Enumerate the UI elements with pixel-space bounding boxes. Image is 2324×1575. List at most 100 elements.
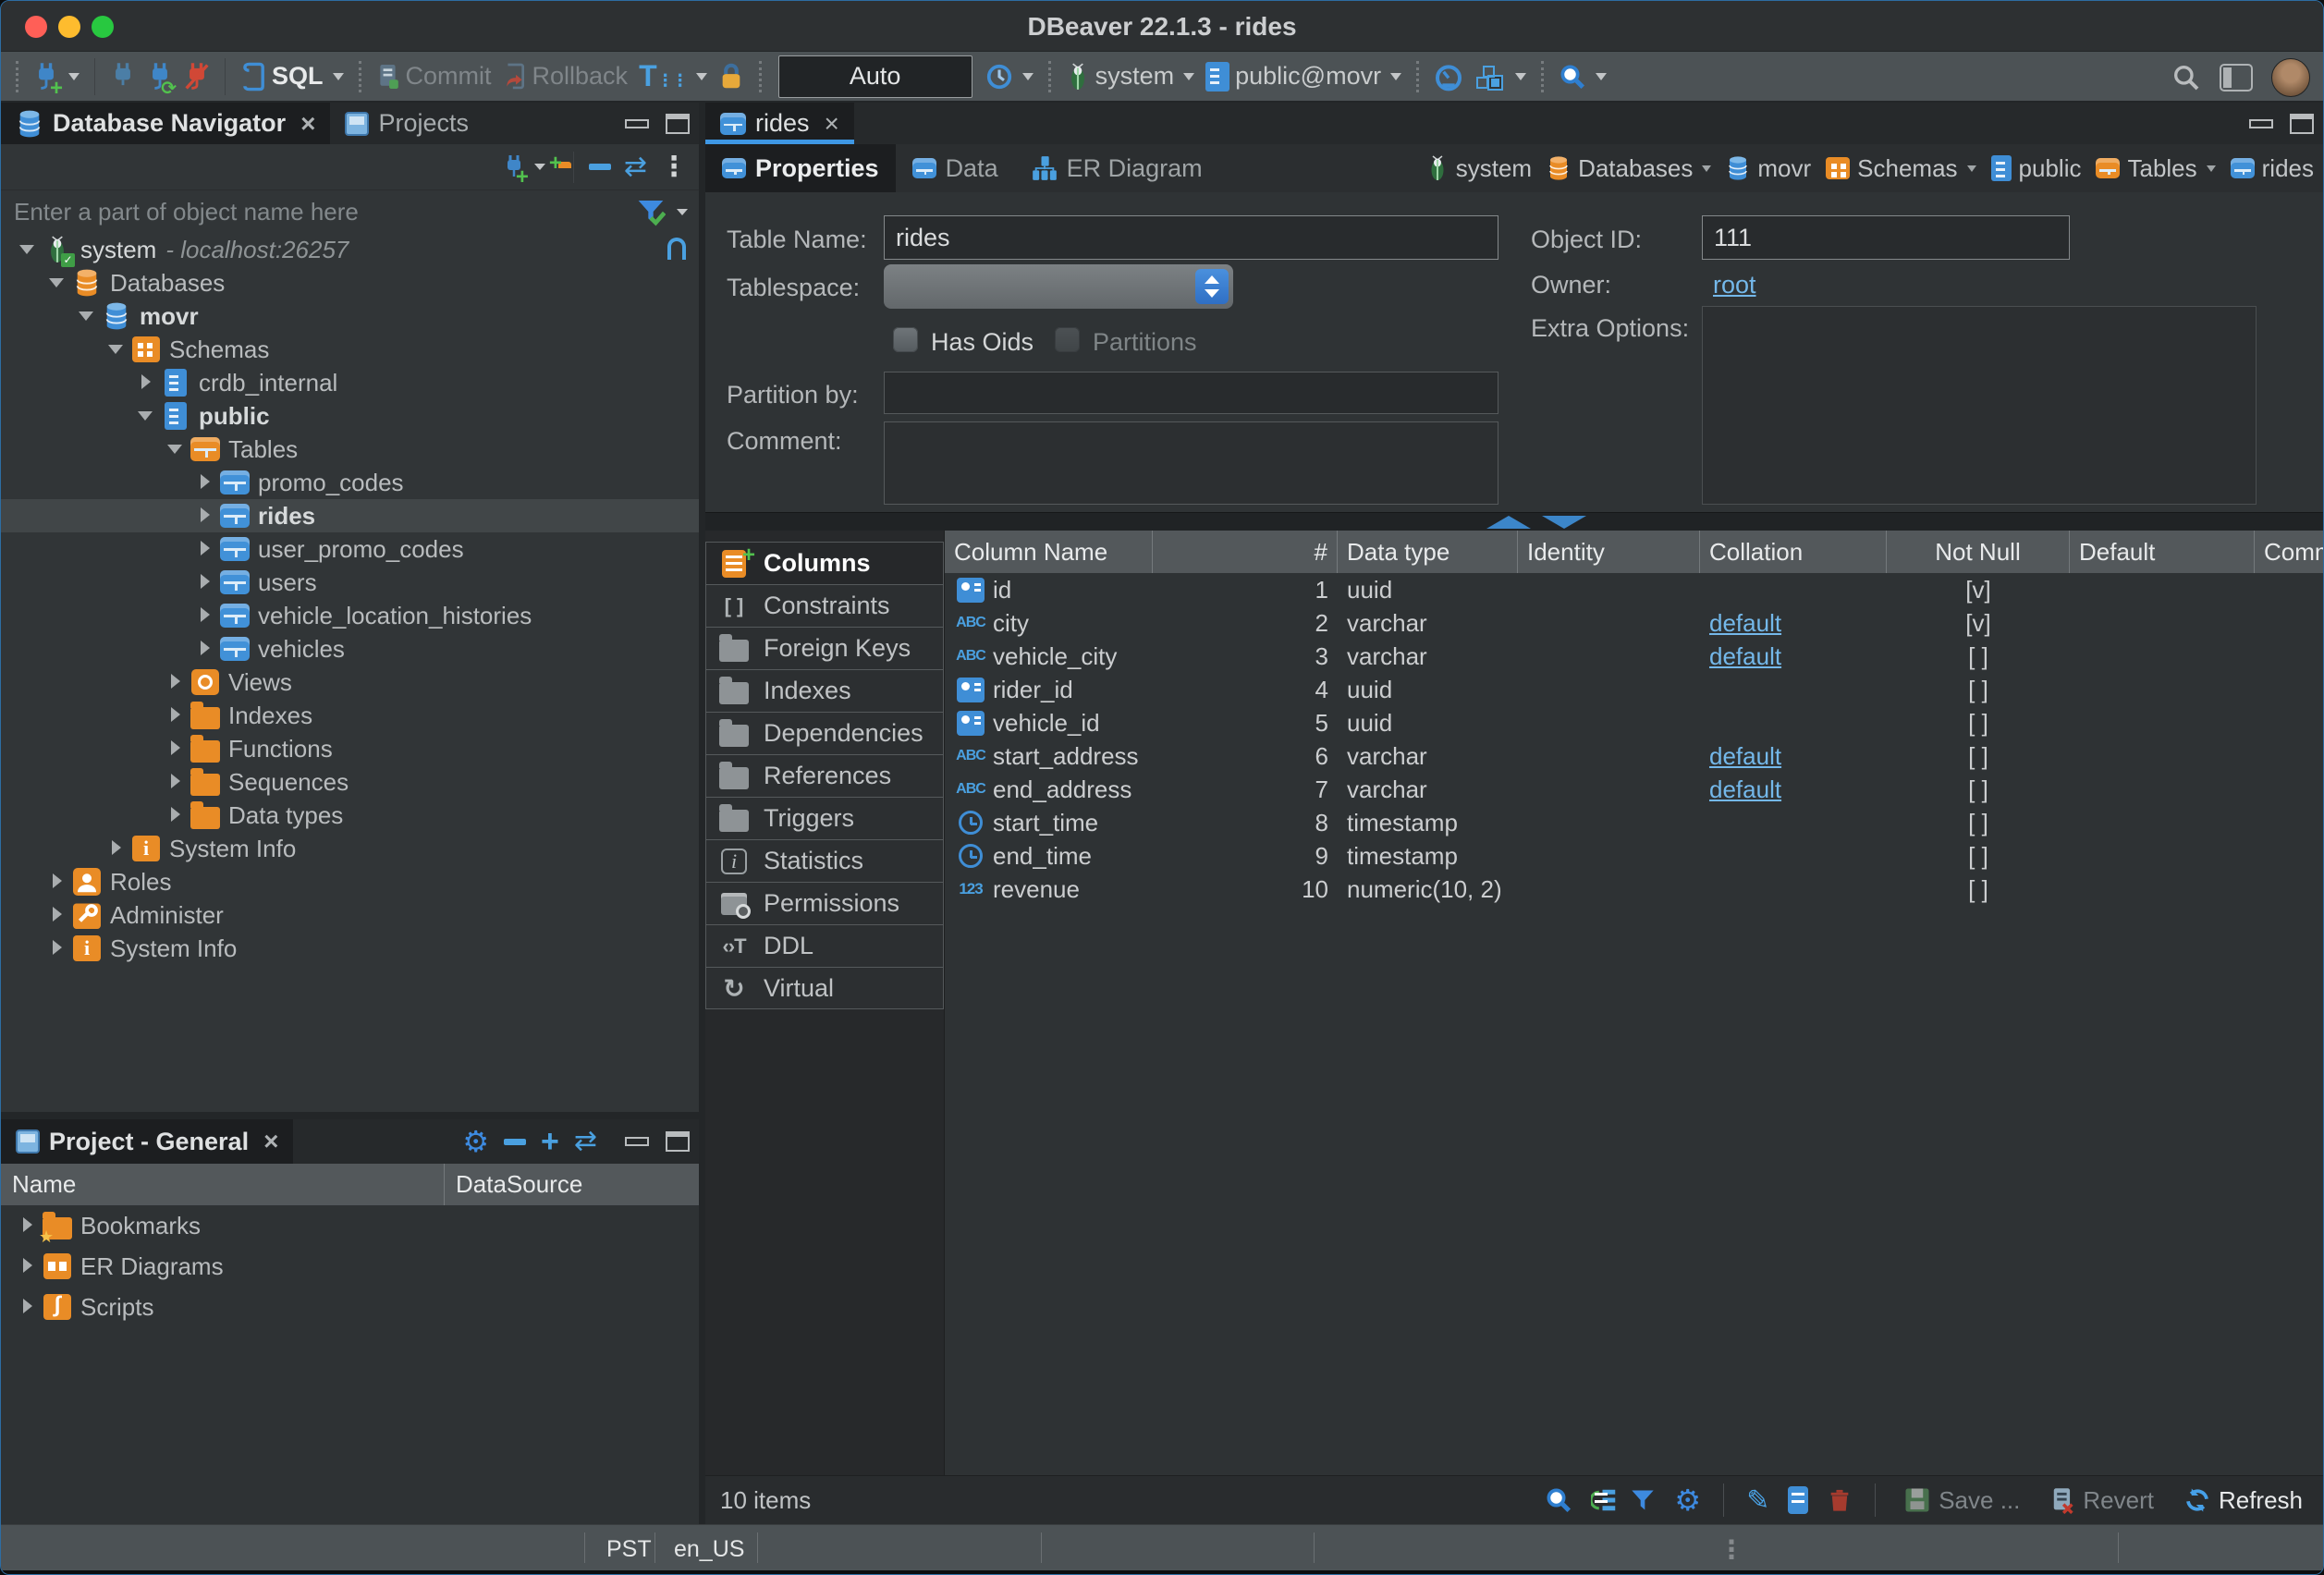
breadcrumb-public[interactable]: public bbox=[1991, 154, 2082, 183]
revert-button[interactable]: Revert bbox=[2049, 1486, 2154, 1515]
quick-search-icon[interactable] bbox=[2171, 63, 2201, 92]
breadcrumb-tables[interactable]: Tables bbox=[2096, 154, 2215, 183]
minimize-panel-icon[interactable] bbox=[625, 1137, 649, 1146]
tree-item-system-info-schema[interactable]: System Info bbox=[1, 832, 699, 865]
gear-icon[interactable]: ⚙ bbox=[1674, 1485, 1701, 1515]
chevron-collapsed-icon[interactable] bbox=[14, 1212, 42, 1239]
collation-link[interactable]: default bbox=[1709, 775, 1781, 804]
new-connection-button[interactable]: + bbox=[33, 61, 80, 92]
has-oids-checkbox[interactable] bbox=[893, 327, 918, 352]
table-row[interactable]: city 2 varchar default [v] bbox=[945, 606, 2323, 640]
active-connection-select[interactable]: system bbox=[1066, 62, 1195, 92]
extra-options-textarea[interactable] bbox=[1702, 306, 2257, 505]
filter-funnel-icon[interactable] bbox=[1630, 1487, 1656, 1513]
collapse-all-icon[interactable] bbox=[504, 1139, 526, 1145]
section-tab-ddl[interactable]: DDL bbox=[705, 924, 944, 967]
table-row[interactable]: start_address 6 varchar default [ ] bbox=[945, 739, 2323, 773]
section-tab-columns[interactable]: Columns bbox=[705, 542, 944, 584]
chevron-collapsed-icon[interactable] bbox=[132, 369, 160, 397]
gear-icon[interactable]: ⚙ bbox=[462, 1127, 489, 1156]
comment-textarea[interactable] bbox=[884, 421, 1498, 505]
collapse-down-icon[interactable] bbox=[1542, 516, 1586, 529]
transaction-history-button[interactable] bbox=[985, 63, 1034, 91]
table-row[interactable]: revenue 10 numeric(10, 2) [ ] bbox=[945, 873, 2323, 906]
chevron-collapsed-icon[interactable] bbox=[14, 1293, 42, 1321]
tree-item-databases[interactable]: Databases bbox=[1, 266, 699, 299]
project-item-scripts[interactable]: Scripts bbox=[1, 1287, 699, 1327]
tree-item-vehicles[interactable]: vehicles bbox=[1, 632, 699, 665]
project-item-er-diagrams[interactable]: ER Diagrams bbox=[1, 1246, 699, 1287]
save-button[interactable]: Save ... bbox=[1903, 1486, 2020, 1515]
new-connection-small-button[interactable]: + bbox=[503, 153, 545, 181]
transaction-log-button[interactable]: T⋮⋮ bbox=[639, 59, 707, 93]
tree-item-public[interactable]: public bbox=[1, 399, 699, 433]
avatar[interactable] bbox=[2271, 58, 2310, 97]
view-menu-icon[interactable]: ⋮ bbox=[660, 153, 688, 181]
column-header-datasource[interactable]: DataSource bbox=[445, 1170, 582, 1199]
rollback-button[interactable]: Rollback bbox=[503, 62, 629, 92]
editor-tab-rides[interactable]: rides × bbox=[705, 103, 854, 144]
breadcrumb-movr[interactable]: movr bbox=[1726, 154, 1811, 183]
disconnect-button[interactable] bbox=[184, 61, 210, 92]
close-icon[interactable]: × bbox=[825, 109, 839, 139]
header-comment[interactable]: Comment bbox=[2255, 531, 2323, 573]
object-filter-input[interactable] bbox=[12, 197, 629, 227]
table-row[interactable]: end_address 7 varchar default [ ] bbox=[945, 773, 2323, 806]
section-tab-triggers[interactable]: Triggers bbox=[705, 797, 944, 839]
filter-settings-button[interactable] bbox=[636, 197, 666, 226]
table-row[interactable]: rider_id 4 uuid [ ] bbox=[945, 673, 2323, 706]
header-not-null[interactable]: Not Null bbox=[1887, 531, 2070, 573]
tab-projects[interactable]: Projects bbox=[330, 103, 483, 144]
chevron-collapsed-icon[interactable] bbox=[103, 835, 130, 862]
column-header-name[interactable]: Name bbox=[1, 1164, 445, 1205]
tree-item-promo-codes[interactable]: promo_codes bbox=[1, 466, 699, 499]
section-tab-dependencies[interactable]: Dependencies bbox=[705, 712, 944, 754]
chevron-collapsed-icon[interactable] bbox=[162, 702, 190, 729]
section-tab-permissions[interactable]: Permissions bbox=[705, 882, 944, 924]
search-icon[interactable] bbox=[1545, 1486, 1572, 1514]
horizontal-splitter[interactable] bbox=[1, 1112, 699, 1119]
tree-item-movr[interactable]: movr bbox=[1, 299, 699, 333]
section-tab-constraints[interactable]: Constraints bbox=[705, 584, 944, 627]
tree-item-user-promo-codes[interactable]: user_promo_codes bbox=[1, 532, 699, 566]
breadcrumb-system[interactable]: system bbox=[1426, 154, 1532, 183]
columns-config-icon[interactable] bbox=[1788, 1486, 1808, 1514]
edit-pencil-icon[interactable]: ✎ bbox=[1746, 1484, 1769, 1517]
active-schema-select[interactable]: public@movr bbox=[1205, 62, 1401, 92]
header-default[interactable]: Default bbox=[2070, 531, 2255, 573]
section-tab-foreign-keys[interactable]: Foreign Keys bbox=[705, 627, 944, 669]
collation-link[interactable]: default bbox=[1709, 742, 1781, 771]
partition-by-input[interactable] bbox=[884, 372, 1498, 414]
object-id-input[interactable] bbox=[1702, 215, 2070, 260]
lock-button[interactable] bbox=[718, 62, 744, 92]
collation-link[interactable]: default bbox=[1709, 642, 1781, 671]
chevron-collapsed-icon[interactable] bbox=[162, 768, 190, 796]
chevron-collapsed-icon[interactable] bbox=[162, 668, 190, 696]
chevron-collapsed-icon[interactable] bbox=[43, 868, 71, 896]
chevron-expanded-icon[interactable] bbox=[73, 302, 101, 330]
sql-editor-button[interactable]: SQL bbox=[240, 61, 344, 92]
tab-project-general[interactable]: Project - General × bbox=[1, 1119, 293, 1164]
collapse-up-icon[interactable] bbox=[1486, 516, 1531, 529]
tree-item-administer[interactable]: Administer bbox=[1, 898, 699, 932]
subtab-data[interactable]: Data bbox=[896, 144, 1015, 192]
tree-item-indexes[interactable]: Indexes bbox=[1, 699, 699, 732]
tree-item-sequences[interactable]: Sequences bbox=[1, 765, 699, 799]
delete-trash-icon[interactable] bbox=[1827, 1487, 1853, 1513]
subtab-properties[interactable]: Properties bbox=[705, 144, 896, 192]
chevron-collapsed-icon[interactable] bbox=[14, 1252, 42, 1280]
collapse-all-icon[interactable] bbox=[589, 164, 611, 170]
maximize-panel-icon[interactable] bbox=[666, 114, 690, 134]
tree-item-vehicle-location-histories[interactable]: vehicle_location_histories bbox=[1, 599, 699, 632]
minimize-editor-icon[interactable] bbox=[2249, 119, 2273, 128]
table-row[interactable]: start_time 8 timestamp [ ] bbox=[945, 806, 2323, 839]
tree-item-functions[interactable]: Functions bbox=[1, 732, 699, 765]
chevron-expanded-icon[interactable] bbox=[14, 236, 42, 263]
chevron-collapsed-icon[interactable] bbox=[191, 535, 219, 563]
tree-item-schemas[interactable]: Schemas bbox=[1, 333, 699, 366]
chevron-collapsed-icon[interactable] bbox=[191, 635, 219, 663]
tab-database-navigator[interactable]: Database Navigator × bbox=[1, 103, 330, 144]
close-icon[interactable]: × bbox=[263, 1127, 278, 1156]
reconnect-button[interactable]: ⟳ bbox=[147, 61, 173, 92]
tablespace-select[interactable] bbox=[884, 264, 1233, 309]
